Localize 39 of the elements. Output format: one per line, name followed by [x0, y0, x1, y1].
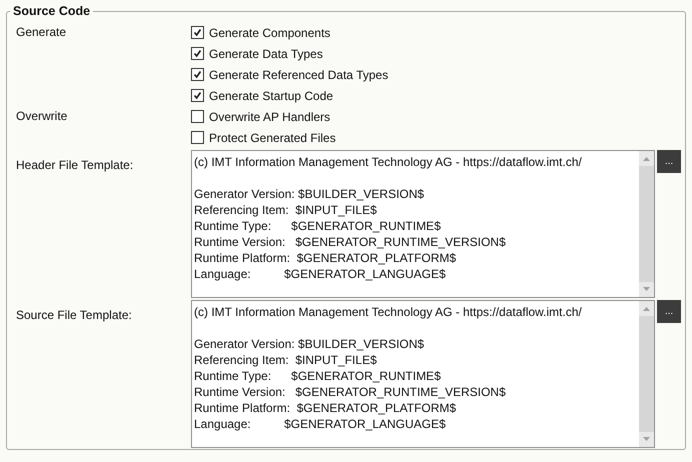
template-line: (c) IMT Information Management Technology AG - https://dataflow.imt.ch/ — [194, 305, 582, 319]
template-line: Runtime Platform: $GENERATOR_PLATFORM$ — [194, 401, 456, 415]
checkbox[interactable] — [191, 26, 204, 39]
field-label: Generate — [16, 24, 68, 41]
field-label: Header File Template: — [16, 157, 134, 174]
template-line: Runtime Type: $GENERATOR_RUNTIME$ — [194, 369, 441, 383]
checkbox[interactable] — [191, 110, 204, 123]
checkbox-option[interactable]: Generate Components — [191, 22, 388, 43]
checkbox-option[interactable]: Overwrite AP Handlers — [191, 106, 336, 127]
template-line: (c) IMT Information Management Technology AG - https://dataflow.imt.ch/ — [194, 155, 582, 169]
group-title: Source Code — [12, 4, 92, 18]
checkbox-option[interactable]: Generate Startup Code — [191, 85, 388, 106]
check-icon — [192, 48, 203, 59]
field-label: Overwrite — [16, 108, 68, 125]
browse-button[interactable]: ... — [657, 150, 681, 173]
template-line: Runtime Type: $GENERATOR_RUNTIME$ — [194, 219, 441, 233]
template-line: Referencing Item: $INPUT_FILE$ — [194, 203, 377, 217]
template-line: Generator Version: $BUILDER_VERSION$ — [194, 337, 424, 351]
template-line: Runtime Platform: $GENERATOR_PLATFORM$ — [194, 251, 456, 265]
template-line: Referencing Item: $INPUT_FILE$ — [194, 353, 377, 367]
template-line: Generator Version: $BUILDER_VERSION$ — [194, 187, 424, 201]
check-icon — [192, 90, 203, 101]
checkbox[interactable] — [191, 68, 204, 81]
checkbox-option[interactable]: Generate Referenced Data Types — [191, 64, 388, 85]
checkbox-option[interactable]: Protect Generated Files — [191, 127, 336, 148]
template-text-area[interactable] — [191, 150, 655, 298]
template-line: Runtime Version: $GENERATOR_RUNTIME_VERSION$ — [194, 385, 506, 399]
template-line: Runtime Version: $GENERATOR_RUNTIME_VERSION$ — [194, 235, 506, 249]
template-line: Language: $GENERATOR_LANGUAGE$ — [194, 267, 446, 281]
checkbox-option[interactable]: Generate Data Types — [191, 43, 388, 64]
template-text-area[interactable] — [191, 300, 655, 448]
checkbox[interactable] — [191, 47, 204, 60]
check-icon — [192, 27, 203, 38]
checkbox[interactable] — [191, 89, 204, 102]
template-line: Language: $GENERATOR_LANGUAGE$ — [194, 417, 446, 431]
field-label: Source File Template: — [16, 307, 133, 324]
check-icon — [192, 69, 203, 80]
browse-button[interactable]: ... — [657, 300, 681, 323]
checkbox[interactable] — [191, 131, 204, 144]
